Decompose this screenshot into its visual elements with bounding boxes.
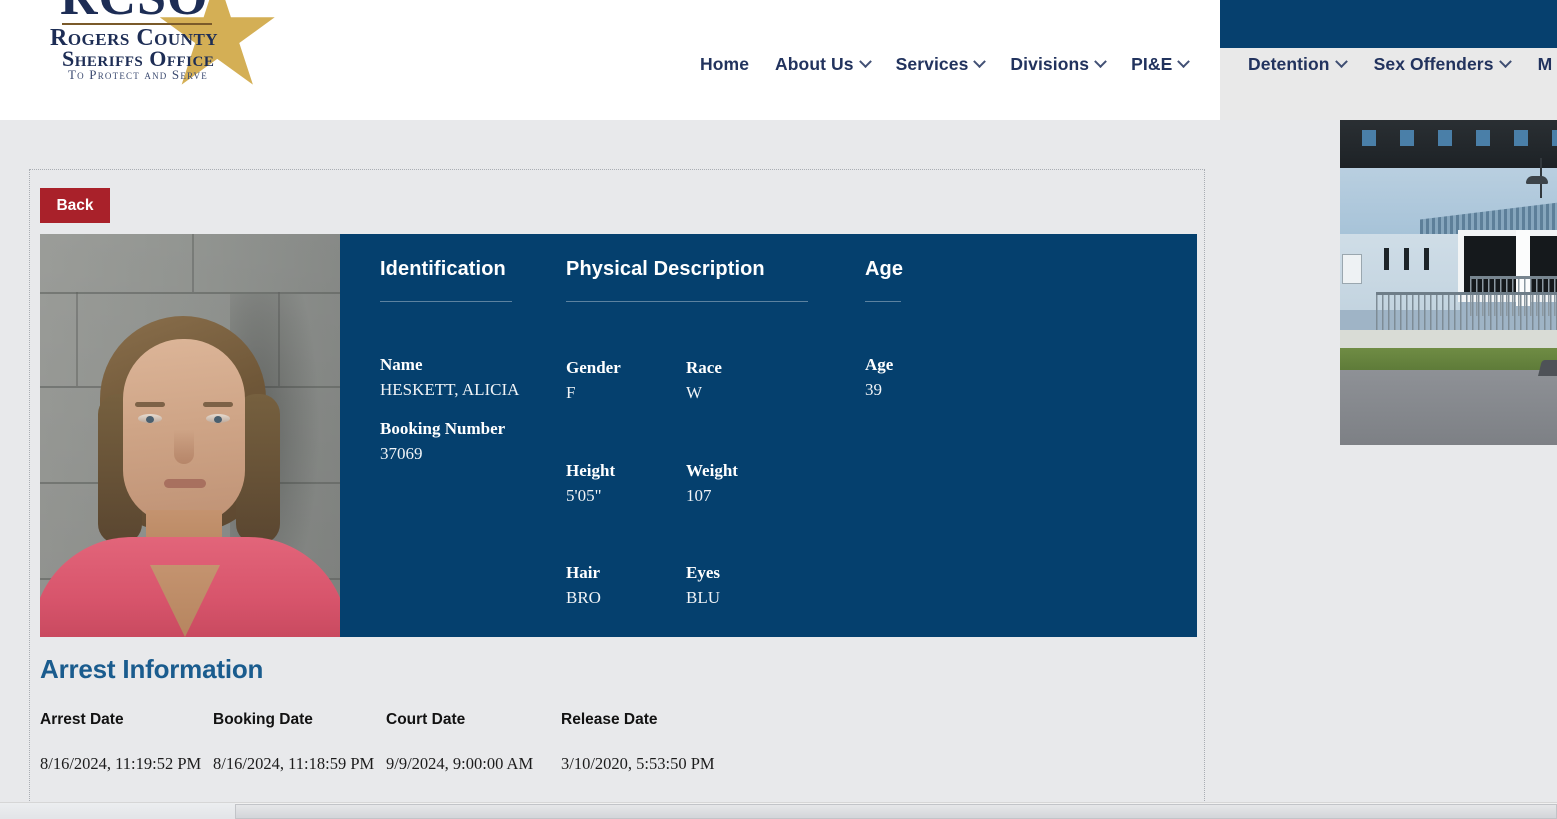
nav-label: Detention (1248, 54, 1330, 74)
field-value: 5'05" (566, 486, 602, 505)
nav-label: About Us (775, 54, 854, 74)
field-label: Gender (566, 358, 621, 377)
chevron-down-icon (1094, 55, 1107, 69)
nav-item-divisions[interactable]: Divisions (1010, 54, 1107, 75)
nav-item-about-us[interactable]: About Us (775, 54, 872, 75)
photo-grass (1340, 348, 1557, 372)
field-label: Race (686, 358, 722, 377)
physical-row-3: Hair BRO Eyes BLU (566, 563, 806, 608)
facility-photo (1340, 120, 1557, 445)
field-value: W (686, 383, 703, 402)
nav-label: PI&E (1131, 54, 1173, 74)
field-value: 39 (865, 380, 882, 399)
table-cell: 8/16/2024, 11:18:59 PM (213, 754, 375, 773)
photo-lamp-head (1526, 176, 1548, 184)
field-label: Name (380, 355, 423, 374)
nav-label: M (1537, 54, 1553, 74)
field-value: HESKETT, ALICIA (380, 380, 520, 399)
chevron-down-icon (1334, 55, 1348, 69)
photo-speed-limit-sign (1342, 254, 1362, 284)
secondary-navigation: Detention Sex Offenders M (1248, 54, 1552, 75)
column-header: Court Date (386, 711, 466, 728)
field-height: Height 5'05" (566, 461, 686, 506)
field-label: Age (865, 355, 894, 374)
field-eyes: Eyes BLU (686, 563, 806, 608)
field-value: 107 (686, 486, 712, 505)
court-date-column: Court Date 9/9/2024, 9:00:00 AM (386, 711, 561, 774)
field-booking-number: Booking Number 37069 (380, 419, 505, 464)
field-label: Height (566, 461, 616, 480)
field-label: Weight (686, 461, 738, 480)
nav-label: Services (895, 54, 969, 74)
nav-label: Divisions (1010, 54, 1090, 74)
nav-item-home[interactable]: Home (700, 54, 749, 75)
chevron-down-icon (973, 55, 987, 69)
nav-item-sex-offenders[interactable]: Sex Offenders (1373, 54, 1512, 75)
physical-row-2: Height 5'05" Weight 107 (566, 461, 806, 506)
column-header: Arrest Date (40, 711, 124, 728)
nav-item-services[interactable]: Services (895, 54, 987, 75)
photo-window-band (1340, 130, 1557, 146)
field-race: Race W (686, 358, 806, 403)
subject-nose (174, 430, 194, 464)
field-value: BLU (686, 588, 720, 607)
column-header: Booking Date (213, 711, 313, 728)
nav-label: Sex Offenders (1373, 54, 1494, 74)
field-hair: Hair BRO (566, 563, 686, 608)
age-column: Age (865, 258, 903, 302)
column-header: Release Date (561, 711, 658, 728)
booking-date-column: Booking Date 8/16/2024, 11:18:59 PM (213, 711, 386, 774)
logo-line-3: To Protect and Serve (68, 67, 208, 82)
top-accent-bar-right (1220, 0, 1557, 48)
field-value: F (566, 383, 576, 402)
rcso-logo[interactable]: ★ RCSO Rogers County Sheriffs Office To … (30, 0, 284, 107)
inmate-detail-card: Identification Name HESKETT, ALICIA Book… (40, 234, 1197, 637)
photo-road (1340, 370, 1557, 445)
field-value: 37069 (380, 444, 423, 463)
nav-item-more-truncated[interactable]: M (1538, 54, 1553, 75)
field-age: Age 39 (865, 355, 893, 400)
scrollbar-track[interactable] (0, 803, 235, 819)
table-cell: 8/16/2024, 11:19:52 PM (40, 754, 202, 773)
chevron-down-icon (858, 55, 872, 69)
arrest-information-section: Arrest Information Arrest Date 8/16/2024… (40, 654, 1180, 774)
inmate-info-panel: Identification Name HESKETT, ALICIA Book… (340, 234, 1197, 637)
booking-number-field-group: Booking Number 37069 (380, 419, 505, 464)
arrest-information-heading: Arrest Information (40, 654, 264, 684)
age-fields: Age 39 (865, 355, 893, 400)
arrest-information-table: Arrest Date 8/16/2024, 11:19:52 PM Booki… (40, 711, 1180, 774)
table-cell: 3/10/2020, 5:53:50 PM (561, 754, 715, 773)
identification-fields: Name HESKETT, ALICIA (380, 355, 519, 400)
release-date-column: Release Date 3/10/2020, 5:53:50 PM (561, 711, 761, 774)
back-button[interactable]: Back (40, 188, 110, 223)
physical-row-1: Gender F Race W (566, 358, 806, 403)
nav-item-detention[interactable]: Detention (1248, 54, 1348, 75)
photo-curb-stop (1538, 360, 1557, 376)
field-value: BRO (566, 588, 601, 607)
nav-item-pie[interactable]: PI&E (1131, 54, 1191, 75)
chevron-down-icon (1498, 55, 1512, 69)
inmate-detail-container: Back Identification Name HESKETT, ALICIA… (29, 169, 1205, 819)
field-name: Name HESKETT, ALICIA (380, 355, 519, 400)
mugshot-photo (40, 234, 340, 637)
age-heading: Age (865, 258, 903, 302)
scrollbar-thumb[interactable] (235, 804, 1557, 819)
chevron-down-icon (1177, 55, 1191, 69)
arrest-date-column: Arrest Date 8/16/2024, 11:19:52 PM (40, 711, 213, 774)
table-cell: 9/9/2024, 9:00:00 AM (386, 754, 534, 773)
nav-label: Home (700, 54, 750, 74)
identification-column: Identification (380, 258, 512, 302)
field-label: Booking Number (380, 419, 506, 438)
field-label: Hair (566, 563, 600, 582)
subject-mouth (164, 479, 206, 488)
primary-navigation: Home About Us Services Divisions PI&E (700, 54, 1191, 75)
horizontal-scrollbar[interactable] (0, 802, 1557, 819)
field-gender: Gender F (566, 358, 686, 403)
identification-heading: Identification (380, 258, 512, 302)
field-label: Eyes (686, 563, 720, 582)
field-weight: Weight 107 (686, 461, 806, 506)
physical-description-heading: Physical Description (566, 258, 808, 302)
physical-description-column: Physical Description (566, 258, 808, 302)
